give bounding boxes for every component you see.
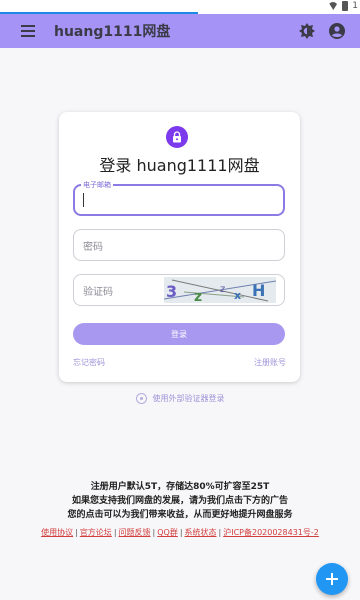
brightness-icon[interactable]: [296, 20, 318, 42]
text-cursor: [83, 193, 84, 207]
email-field[interactable]: 电子邮箱: [73, 180, 285, 216]
external-login-label: 使用外部验证器登录: [152, 394, 225, 403]
separator: |: [75, 528, 78, 537]
notice-line-2: 如果您支持我们网盘的发展，请为我们点击下方的广告: [71, 496, 288, 506]
status-icons: 1: [328, 1, 358, 11]
footer-link-feedback[interactable]: 问题反馈: [119, 528, 151, 537]
separator: |: [152, 528, 156, 537]
svg-text:H: H: [252, 281, 265, 300]
login-card: 登录 huang1111网盘 电子邮箱 密码 验证码 3 z z x H 登录 …: [59, 112, 300, 382]
footer-link-qq-group[interactable]: QQ群: [157, 528, 178, 537]
fingerprint-icon: [135, 393, 147, 404]
wifi-icon: [328, 2, 339, 10]
menu-icon[interactable]: [14, 17, 42, 45]
footer-link-terms[interactable]: 使用协议: [41, 528, 73, 537]
lock-icon: [166, 126, 188, 148]
svg-text:z: z: [194, 289, 202, 303]
forgot-password-link[interactable]: 忘记密码: [73, 357, 105, 368]
svg-text:z: z: [220, 284, 225, 295]
password-field[interactable]: 密码: [73, 229, 285, 261]
footer-link-system-status[interactable]: 系统状态: [185, 528, 217, 537]
login-button[interactable]: 登录: [73, 323, 285, 345]
captcha-image[interactable]: 3 z z x H: [164, 277, 276, 303]
svg-text:x: x: [234, 289, 241, 302]
battery-icon: [342, 1, 349, 11]
add-icon[interactable]: [316, 563, 348, 595]
status-time: 1: [352, 1, 358, 11]
separator: |: [179, 528, 183, 537]
external-login[interactable]: 使用外部验证器登录: [0, 393, 360, 404]
status-bar: 1: [0, 0, 360, 14]
svg-text:3: 3: [166, 282, 177, 301]
password-placeholder: 密码: [83, 242, 103, 253]
separator: |: [218, 528, 222, 537]
notice-line-3: 您的点击可以为我们带来收益，从而更好地提升网盘服务: [67, 510, 293, 520]
footer-links: 使用协议 | 官方论坛 | 问题反馈 | QQ群 | 系统状态 | 沪ICP备2020028431号…: [0, 527, 360, 538]
login-title: 登录 huang1111网盘: [99, 156, 260, 175]
account-circle-icon[interactable]: [326, 20, 348, 42]
footer-link-forum[interactable]: 官方论坛: [80, 528, 112, 537]
email-label: 电子邮箱: [81, 180, 113, 190]
app-bar: huang1111网盘: [0, 14, 360, 48]
separator: |: [113, 528, 117, 537]
captcha-field[interactable]: 验证码 3 z z x H: [73, 274, 285, 306]
notice-line-1: 注册用户默认5T，存储达80%可扩容至25T: [90, 482, 270, 492]
register-link[interactable]: 注册账号: [254, 357, 286, 368]
captcha-placeholder: 验证码: [83, 287, 113, 298]
app-title[interactable]: huang1111网盘: [54, 21, 170, 41]
footer-link-icp[interactable]: 沪ICP备2020028431号-2: [223, 528, 319, 537]
